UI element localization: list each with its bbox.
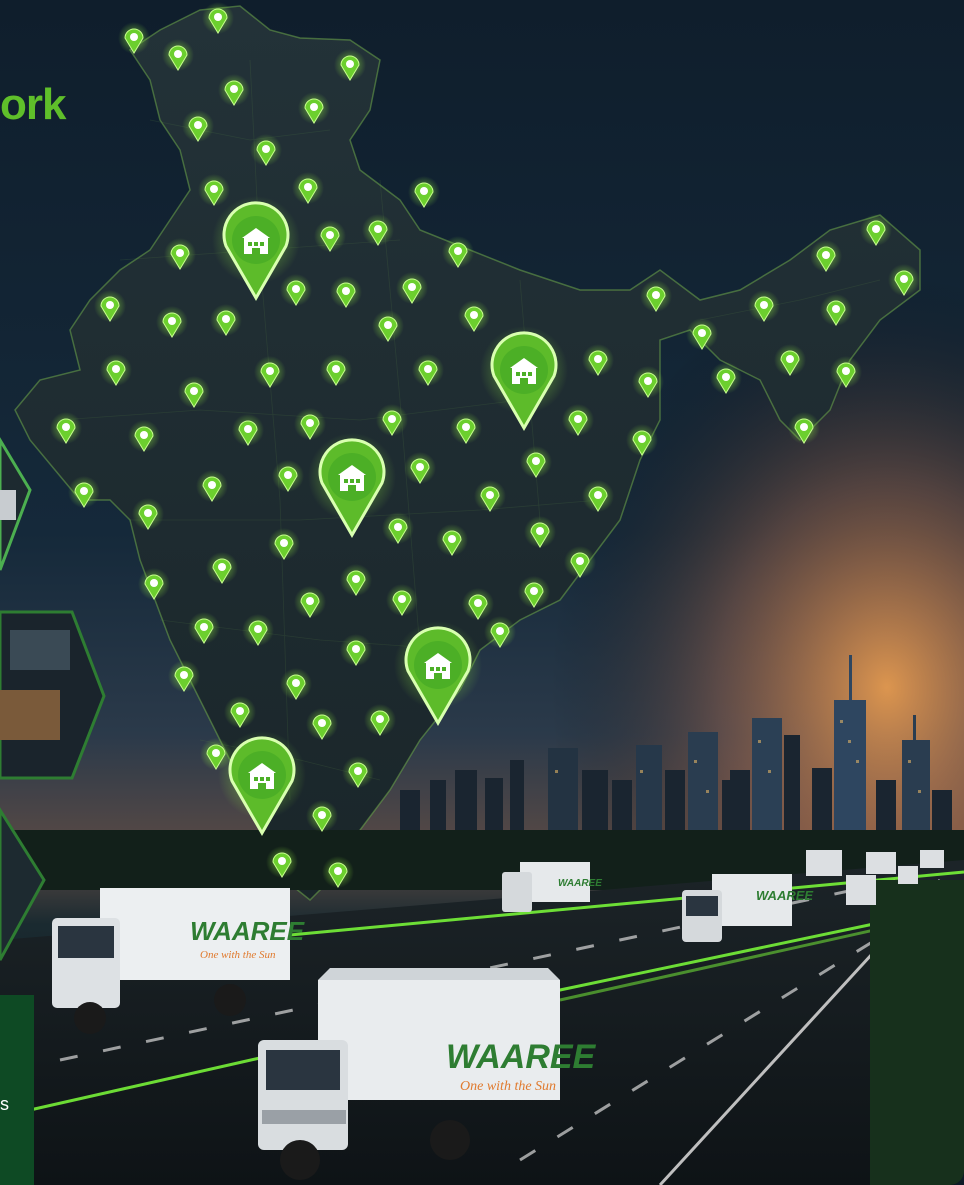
location-pin-icon: [582, 344, 614, 376]
location-pin-icon: [294, 586, 326, 618]
location-pin-icon: [210, 304, 242, 336]
location-pin-icon: [442, 236, 474, 268]
location-pin-icon: [412, 354, 444, 386]
truck-logo-mid: WAAREE: [558, 878, 602, 889]
location-pin-icon: [710, 362, 742, 394]
location-pin-icon: [686, 318, 718, 350]
location-pin-icon: [138, 568, 170, 600]
card-text-fragment: s: [0, 1094, 9, 1114]
truck-logo-large: WAAREE: [446, 1038, 597, 1076]
location-pin-icon: [306, 708, 338, 740]
location-pin-icon: [242, 614, 274, 646]
location-pin-icon: [626, 424, 658, 456]
location-pin-icon: [206, 552, 238, 584]
truck-tagline-left: One with the Sun: [200, 949, 276, 961]
location-pin-icon: [748, 290, 780, 322]
location-pin-icon: [372, 310, 404, 342]
green-info-card: [0, 995, 34, 1185]
location-pin-icon: [292, 172, 324, 204]
location-pin-icon: [314, 220, 346, 252]
location-pin-icon: [860, 214, 892, 246]
location-pin-icon: [202, 2, 234, 34]
location-pin-icon: [322, 856, 354, 888]
location-pin-icon: [458, 300, 490, 332]
location-pin-icon: [94, 290, 126, 322]
location-pin-icon: [178, 376, 210, 408]
location-pin-icon: [518, 576, 550, 608]
location-pin-icon: [582, 480, 614, 512]
location-pin-icon: [484, 616, 516, 648]
location-pin-icon: [820, 294, 852, 326]
location-pin-icon: [218, 74, 250, 106]
location-pin-icon: [376, 404, 408, 436]
location-pin-icon: [294, 408, 326, 440]
location-pin-icon: [254, 356, 286, 388]
location-pin-icon: [164, 238, 196, 270]
location-pin-icon: [382, 512, 414, 544]
location-pin-icon: [272, 460, 304, 492]
location-pin-icon: [268, 528, 300, 560]
location-pin-icon: [320, 354, 352, 386]
location-pin-icon: [474, 480, 506, 512]
location-pin-icon: [280, 274, 312, 306]
location-pin-icon: [196, 470, 228, 502]
location-pin-icon: [280, 668, 312, 700]
location-pin-icon: [436, 524, 468, 556]
location-pin-icon: [520, 446, 552, 478]
location-pin-icon: [640, 280, 672, 312]
location-pin-icon: [386, 584, 418, 616]
location-pin-icon: [408, 176, 440, 208]
location-pin-icon: [250, 134, 282, 166]
location-pin-icon: [266, 846, 298, 878]
truck-logo-left: WAAREE: [190, 916, 305, 946]
location-pin-icon: [100, 354, 132, 386]
location-pin-icon: [774, 344, 806, 376]
location-pin-icon: [450, 412, 482, 444]
location-pin-icon: [68, 476, 100, 508]
location-pin-icon: [340, 564, 372, 596]
location-pin-icon: [118, 22, 150, 54]
location-pin-icon: [198, 174, 230, 206]
roadside-trees: [870, 880, 964, 1185]
location-pin-icon: [362, 214, 394, 246]
location-pin-icon: [162, 39, 194, 71]
location-pin-icon: [364, 704, 396, 736]
location-pin-icon: [182, 110, 214, 142]
location-pin-icon: [188, 612, 220, 644]
logistics-network-illustration: WAAREE One with the Sun WAAREE One with …: [0, 0, 964, 1185]
location-pin-icon: [306, 800, 338, 832]
location-pin-icon: [564, 546, 596, 578]
location-pin-icon: [334, 49, 366, 81]
title-fragment: ork: [0, 80, 66, 129]
location-pin-icon: [788, 412, 820, 444]
location-pin-icon: [342, 756, 374, 788]
location-pin-icon: [524, 516, 556, 548]
location-pin-icon: [340, 634, 372, 666]
location-pin-icon: [830, 356, 862, 388]
location-pin-icon: [562, 404, 594, 436]
location-pin-icon: [50, 412, 82, 444]
location-pin-icon: [232, 414, 264, 446]
location-pin-icon: [632, 366, 664, 398]
location-pin-icon: [298, 92, 330, 124]
location-pin-icon: [888, 264, 920, 296]
location-pin-icon: [224, 696, 256, 728]
location-pin-icon: [396, 272, 428, 304]
location-pin-icon: [404, 452, 436, 484]
location-pin-icon: [132, 498, 164, 530]
location-pin-icon: [128, 420, 160, 452]
location-pin-icon: [168, 660, 200, 692]
location-pin-icon: [156, 306, 188, 338]
truck-tagline-large: One with the Sun: [460, 1079, 556, 1094]
location-pin-icon: [462, 588, 494, 620]
location-pin-icon: [330, 276, 362, 308]
infographic-image: WAAREE One with the Sun WAAREE One with …: [0, 0, 964, 1185]
location-pin-icon: [810, 240, 842, 272]
truck-logo-right: WAAREE: [756, 888, 813, 903]
